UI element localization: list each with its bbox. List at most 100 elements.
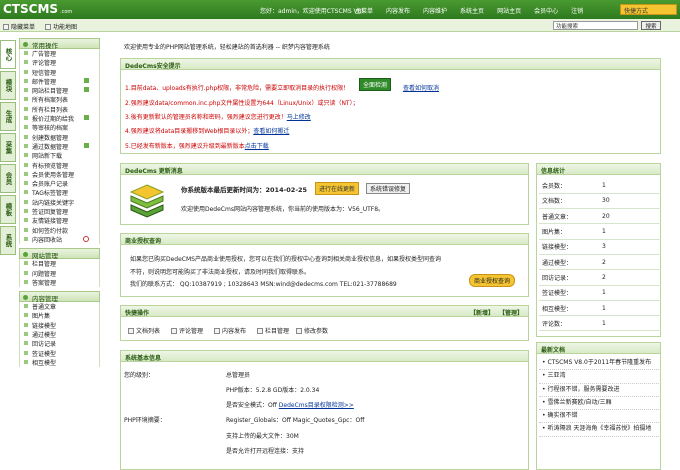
menu-group-content[interactable]: 内容管理	[19, 291, 100, 303]
news-item[interactable]: • 三亚湾	[539, 370, 661, 384]
stats-value: 1	[599, 178, 661, 194]
shortcut-params[interactable]: 修改参数	[296, 326, 328, 335]
welcome-user: 您好：admin，欢迎使用CTSCMS V8!	[260, 8, 364, 15]
stats-row: 会员数： 1	[539, 178, 661, 194]
news-item[interactable]: • 行程很不错，服务需要改进	[539, 384, 661, 397]
menu-item[interactable]: 有标预览管理	[19, 160, 100, 170]
top-bar: CTSCMS .com 您好：admin，欢迎使用CTSCMS V8! 主菜单 内…	[0, 0, 680, 19]
add-icon[interactable]	[84, 77, 89, 83]
menu-item[interactable]: 站内链接关键字	[19, 197, 100, 208]
menu-item[interactable]: 回访记录	[19, 339, 100, 349]
package-icon	[129, 184, 165, 218]
menu-item[interactable]: 相互模型	[19, 357, 100, 368]
menu-item[interactable]: 内容回收站	[19, 234, 100, 245]
menu-item[interactable]: 问题管理	[19, 268, 100, 278]
tab-collect[interactable]: 采集	[0, 133, 16, 162]
menu-item[interactable]: 友情链接管理	[19, 216, 100, 226]
globals: Register_Globals：Off Magic_Quotes_Gpc：Of…	[226, 417, 365, 424]
move-link[interactable]: 查看如何搬迁	[253, 128, 289, 135]
nav-logout[interactable]: 注销	[571, 6, 583, 15]
menu-item[interactable]: 创建数据管理	[19, 132, 100, 142]
online-update-button[interactable]: 进行在线更新	[315, 182, 360, 195]
menu-item[interactable]: 通过数据管理	[19, 141, 100, 152]
add-icon[interactable]	[84, 87, 89, 93]
license-query-button[interactable]: 商业授权查询	[469, 274, 516, 287]
menu-item[interactable]: 评论管理	[19, 58, 100, 68]
func-map-link[interactable]: 功能地图	[45, 22, 77, 31]
tab-member[interactable]: 会员	[0, 164, 16, 193]
tab-template[interactable]: 模板	[0, 195, 16, 224]
tab-core[interactable]: 核心	[0, 40, 16, 69]
update-time: 你系统版本最后更新时间为：2014-02-25	[181, 186, 308, 194]
menu-item[interactable]: 会员账户记录	[19, 179, 100, 189]
welcome-line: 欢迎使用专业的PHP网站管理系统，轻松建站的首选利器 -- 织梦内容管理系统	[124, 44, 330, 51]
menu-item[interactable]: TAG标签管理	[19, 188, 100, 198]
menu-item[interactable]: 答案管理	[19, 277, 100, 288]
news-item[interactable]: • 听涛隔浪 天涯海角《幸福苏悦》拍摄地	[539, 423, 661, 437]
stats-value: 1	[599, 285, 661, 301]
stats-title: 信息统计	[537, 164, 660, 175]
menu-item[interactable]: 会员使用条管理	[19, 169, 100, 180]
menu-item[interactable]: 如何签约付款	[19, 225, 100, 235]
nav-system-home[interactable]: 系统主页	[460, 6, 484, 15]
add-icon[interactable]	[84, 142, 89, 148]
menu-item[interactable]: 邮件管理	[19, 76, 100, 87]
security-line-3: 3.後有更新默认的管理员名称和密码，强烈建议您进行更改！马上修改	[125, 114, 311, 121]
shortcut-manage-link[interactable]: 【管理】	[499, 308, 523, 317]
tab-modules[interactable]: 模块	[0, 71, 16, 100]
menu-item[interactable]: 短信管理	[19, 67, 100, 77]
stats-label: 链接模型：	[539, 239, 599, 255]
menu-item[interactable]: 广告管理	[19, 49, 100, 59]
search-button[interactable]: 搜索	[641, 21, 661, 30]
menu-item[interactable]: 签证模型	[19, 348, 100, 358]
stats-value: 1	[599, 315, 661, 332]
nav-site-home[interactable]: 网站主页	[497, 6, 521, 15]
full-check-button[interactable]: 全面检测	[359, 78, 392, 91]
news-item[interactable]: • 确实很不错	[539, 410, 661, 424]
menu-item[interactable]: 等审核的档案	[19, 123, 100, 133]
menu-item[interactable]: 所有栏目列表	[19, 104, 100, 115]
nav-main-menu[interactable]: 主菜单	[355, 6, 373, 15]
nav-member-center[interactable]: 会员中心	[534, 6, 558, 15]
menu-item[interactable]: 所有档案列表	[19, 95, 100, 105]
add-icon[interactable]	[84, 115, 89, 121]
tab-system[interactable]: 系统	[0, 226, 16, 255]
shortcut-doc-list[interactable]: 文档列表	[128, 326, 160, 335]
stats-row: 相互模型： 1	[539, 300, 661, 317]
shortcut-publish[interactable]: 内容发布	[214, 326, 246, 335]
menu-item[interactable]: 图片集	[19, 311, 100, 321]
search-input[interactable]: 功能搜索	[553, 21, 638, 30]
shortcut-add-link[interactable]: 【新增】	[470, 308, 494, 317]
fix-errors-button[interactable]: 系统错误修复	[366, 183, 411, 194]
nav-publish[interactable]: 内容发布	[386, 6, 410, 15]
menu-item[interactable]: 签证回复管理	[19, 207, 100, 217]
quick-menu-button[interactable]: 快捷方式	[620, 4, 677, 15]
shortcut-comments[interactable]: 评论管理	[171, 326, 203, 335]
news-item[interactable]: • CTSCMS V8.0于2011年春节隆重发布	[539, 357, 661, 371]
menu-item[interactable]: 链接模型	[19, 320, 100, 331]
stats-row: 回访记录： 2	[539, 269, 661, 286]
cancel-exec-link[interactable]: 查看如何取消	[403, 83, 439, 92]
stats-label: 通过模型：	[539, 254, 599, 271]
download-link[interactable]: 点击下载	[245, 143, 269, 150]
menu-item[interactable]: 栏目管理	[19, 259, 100, 269]
stats-value: 1	[599, 223, 661, 240]
nav-maintain[interactable]: 内容维护	[423, 6, 447, 15]
menu-item[interactable]: 网站新下载	[19, 151, 100, 161]
column-icon	[257, 328, 263, 334]
news-item[interactable]: • 雪佛兰新赛欧/自动/三厢	[539, 397, 661, 411]
modify-link[interactable]: 马上修改	[287, 114, 311, 121]
menu-item[interactable]: 通过模型	[19, 330, 100, 340]
hide-menu-link[interactable]: 隐藏菜单	[3, 22, 35, 31]
menu-item[interactable]: 普通文章	[19, 302, 100, 312]
shortcut-columns[interactable]: 栏目管理	[257, 326, 289, 335]
stats-value: 3	[599, 239, 661, 255]
tab-generate[interactable]: 生成	[0, 102, 16, 131]
menu-item[interactable]: 网站栏目管理	[19, 86, 100, 96]
menu-group-site[interactable]: 网站管理	[19, 248, 100, 260]
menu-item[interactable]: 报价过期的给我	[19, 114, 100, 124]
perm-check-link[interactable]: DedeCms目录权限检测>>	[279, 402, 354, 409]
php-version: PHP版本：5.2.8 GD版本：2.0.34	[226, 387, 320, 394]
menu-group-common[interactable]: 常用操作	[19, 38, 100, 50]
sysinfo-title: 系统基本信息	[121, 351, 528, 362]
